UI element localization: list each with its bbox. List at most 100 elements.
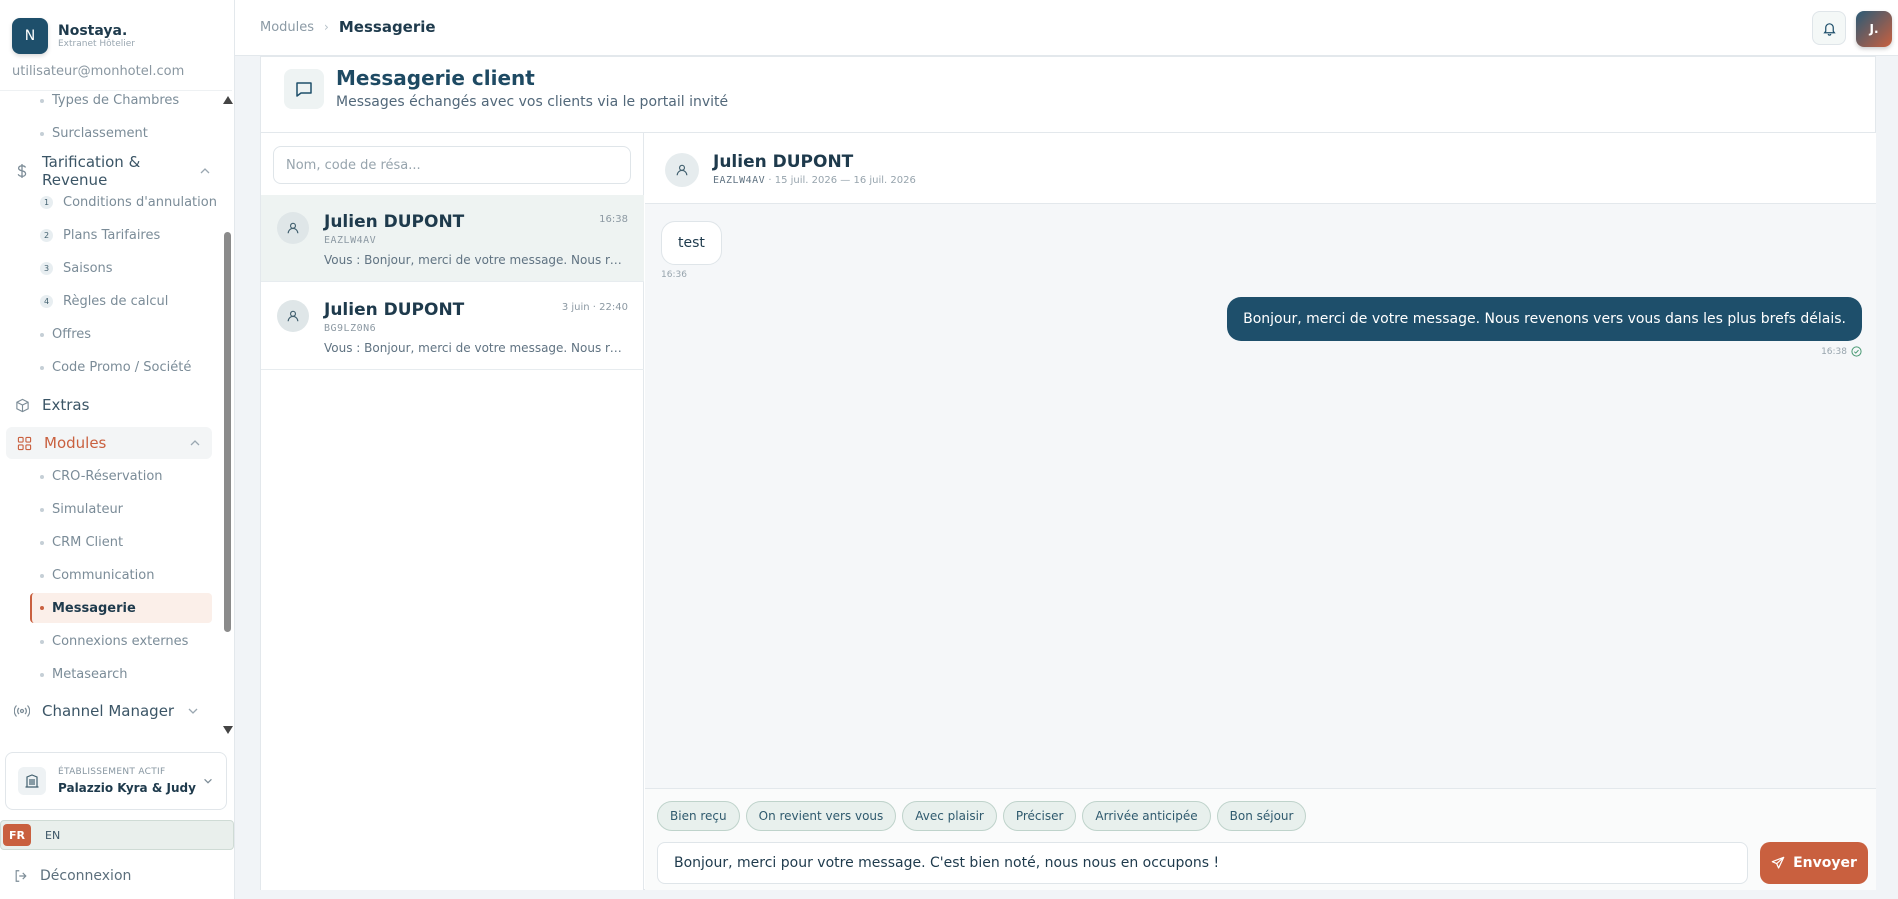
scroll-down-arrow-icon[interactable] — [223, 726, 233, 734]
building-icon — [18, 767, 46, 795]
breadcrumb: Modules › Messagerie — [260, 18, 436, 36]
chat-booking-code: EAZLW4AV — [713, 175, 766, 186]
sidebar-group-modules[interactable]: Modules — [6, 427, 212, 459]
send-button[interactable]: Envoyer — [1760, 842, 1868, 884]
chat-contact-name: Julien DUPONT — [713, 152, 854, 172]
breadcrumb-parent[interactable]: Modules — [260, 20, 314, 35]
sidebar-item-metasearch[interactable]: Metasearch — [40, 667, 127, 682]
message-bubble-incoming: test — [661, 221, 722, 265]
user-icon — [665, 153, 699, 187]
chat-header: Julien DUPONT EAZLW4AV · 15 juil. 2026 —… — [645, 133, 1876, 204]
quick-replies: Bien reçu On revient vers vous Avec plai… — [657, 801, 1307, 831]
logout-button[interactable]: Déconnexion — [14, 868, 131, 884]
conversation-item[interactable]: Julien DUPONT EAZLW4AV Vous : Bonjour, m… — [261, 195, 644, 282]
user-email: utilisateur@monhotel.com — [12, 64, 185, 79]
sidebar-item-plans-tarifaires[interactable]: 2 Plans Tarifaires — [40, 228, 160, 243]
chevron-down-icon — [188, 708, 198, 714]
dollar-icon — [14, 163, 30, 179]
message-composer: Bien reçu On revient vers vous Avec plai… — [645, 788, 1876, 890]
quick-reply-chip[interactable]: Arrivée anticipée — [1082, 801, 1211, 831]
quick-reply-chip[interactable]: Bon séjour — [1216, 801, 1307, 831]
brand-logo: N — [12, 18, 48, 54]
conversation-time: 3 juin · 22:40 — [561, 302, 628, 313]
sidebar-scrollbar[interactable] — [222, 92, 233, 738]
brand[interactable]: N Nostaya. Extranet Hôtelier — [12, 18, 135, 54]
bullet-icon — [40, 507, 44, 512]
sidebar-item-cro-reservation[interactable]: CRO-Réservation — [40, 469, 163, 484]
quick-reply-chip[interactable]: Préciser — [1002, 801, 1077, 831]
sidebar-item-crm-client[interactable]: CRM Client — [40, 535, 123, 550]
message-bubble-outgoing: Bonjour, merci de votre message. Nous re… — [1227, 297, 1862, 341]
language-switcher: FR EN — [0, 820, 234, 850]
logout-icon — [15, 870, 27, 882]
notifications-button[interactable] — [1812, 11, 1846, 45]
conversation-preview: Vous : Bonjour, merci de votre message. … — [324, 253, 629, 267]
sidebar-item-conditions-annulation[interactable]: 1 Conditions d'annulation — [40, 195, 217, 210]
user-icon — [277, 212, 309, 244]
bullet-icon — [40, 332, 44, 337]
conversation-time: 16:38 — [599, 214, 628, 225]
sidebar-item-surclassement[interactable]: Surclassement — [40, 126, 148, 141]
sidebar-item-code-promo[interactable]: Code Promo / Société — [40, 360, 191, 375]
scroll-up-arrow-icon[interactable] — [223, 96, 233, 104]
conversation-search-input[interactable] — [273, 146, 631, 184]
sidebar-item-types-chambres[interactable]: Types de Chambres — [40, 93, 179, 108]
topbar: Modules › Messagerie J. — [235, 0, 1898, 56]
sidebar-item-offres[interactable]: Offres — [40, 327, 91, 342]
message-time: 16:36 — [661, 270, 687, 280]
bullet-icon — [40, 131, 44, 136]
user-icon — [277, 300, 309, 332]
sidebar-item-communication[interactable]: Communication — [40, 568, 154, 583]
messaging-card: Messagerie client Messages échangés avec… — [260, 56, 1876, 890]
brand-name: Nostaya. — [58, 22, 128, 39]
sidebar-nav: Types de Chambres Surclassement Tarifica… — [0, 90, 232, 740]
conversation-name: Julien DUPONT — [324, 300, 465, 320]
conversation-item[interactable]: Julien DUPONT BG9LZ0N6 Vous : Bonjour, m… — [261, 283, 644, 370]
breadcrumb-separator: › — [324, 20, 329, 34]
bell-icon — [1822, 22, 1836, 36]
chat-meta: EAZLW4AV · 15 juil. 2026 — 16 juil. 2026 — [713, 175, 916, 186]
quick-reply-chip[interactable]: Avec plaisir — [902, 801, 997, 831]
page-header: Messagerie client Messages échangés avec… — [261, 57, 1875, 133]
bullet-icon — [40, 540, 44, 545]
user-avatar[interactable]: J. — [1856, 11, 1892, 47]
sidebar-item-messagerie[interactable]: Messagerie — [30, 593, 212, 623]
establishment-name: Palazzio Kyra & Judy — [58, 781, 196, 795]
bullet-icon — [40, 573, 44, 578]
brand-subtitle: Extranet Hôtelier — [58, 38, 135, 49]
establishment-selector[interactable]: ÉTABLISSEMENT ACTIF Palazzio Kyra & Judy — [5, 752, 227, 810]
page-title: Messagerie client — [336, 66, 535, 90]
quick-reply-chip[interactable]: Bien reçu — [657, 801, 740, 831]
lang-en-button[interactable]: EN — [45, 829, 60, 842]
chat-panel: Julien DUPONT EAZLW4AV · 15 juil. 2026 —… — [645, 133, 1876, 890]
conversation-preview: Vous : Bonjour, merci de votre message. … — [324, 341, 629, 355]
breadcrumb-current: Messagerie — [338, 18, 436, 36]
sidebar-group-channel-manager[interactable]: Channel Manager — [14, 695, 210, 727]
chevron-down-icon — [204, 778, 212, 784]
bullet-icon — [40, 606, 44, 610]
check-circle-icon — [1851, 346, 1862, 357]
quick-reply-chip[interactable]: On revient vers vous — [745, 801, 897, 831]
chat-bubble-icon — [284, 69, 324, 109]
lang-fr-button[interactable]: FR — [3, 824, 31, 846]
broadcast-icon — [14, 703, 30, 719]
chat-stay-dates: · 15 juil. 2026 — 16 juil. 2026 — [768, 175, 916, 186]
bullet-icon — [40, 365, 44, 370]
message-time-outgoing: 16:38 — [1821, 346, 1862, 357]
sidebar-item-saisons[interactable]: 3 Saisons — [40, 261, 113, 276]
send-icon — [1771, 856, 1785, 869]
establishment-label: ÉTABLISSEMENT ACTIF — [58, 767, 166, 777]
sidebar-item-simulateur[interactable]: Simulateur — [40, 502, 123, 517]
bullet-icon — [40, 672, 44, 677]
scroll-thumb[interactable] — [224, 232, 231, 632]
bullet-icon — [40, 639, 44, 644]
sidebar-group-extras[interactable]: Extras — [14, 389, 210, 421]
bullet-icon — [40, 474, 44, 479]
message-input[interactable] — [657, 842, 1748, 884]
sidebar-group-tarification[interactable]: Tarification & Revenue — [14, 153, 210, 189]
sidebar-item-connexions-externes[interactable]: Connexions externes — [40, 634, 188, 649]
chevron-up-icon — [200, 168, 210, 174]
sidebar-item-regles-calcul[interactable]: 4 Règles de calcul — [40, 294, 168, 309]
conversation-code: EAZLW4AV — [324, 235, 377, 246]
conversation-list: Julien DUPONT EAZLW4AV Vous : Bonjour, m… — [261, 133, 644, 890]
